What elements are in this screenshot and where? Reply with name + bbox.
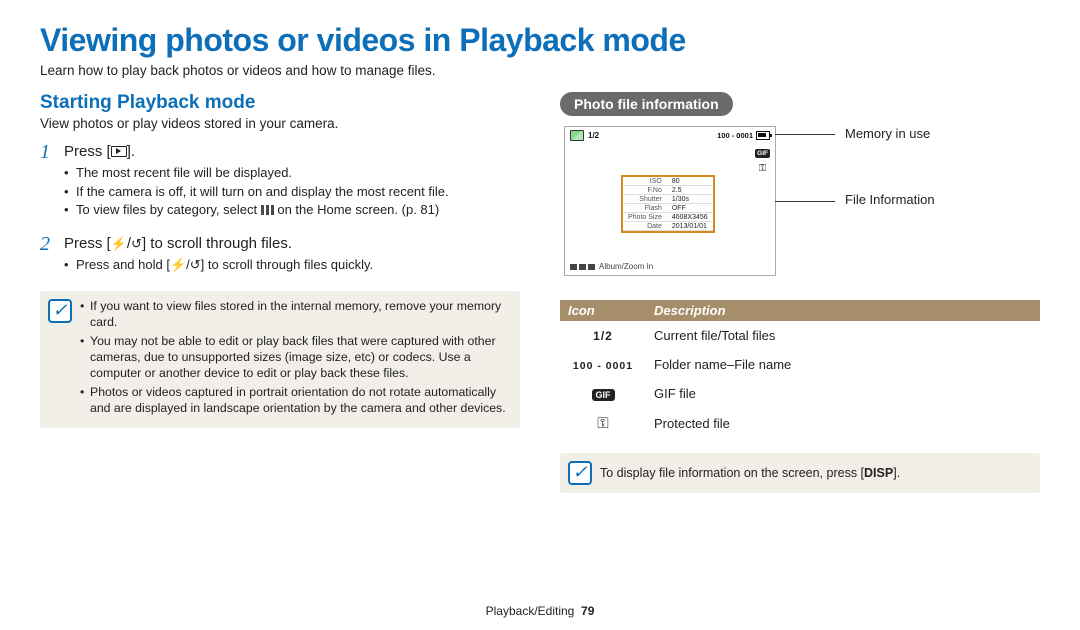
note-text: To display file information on the scree…	[600, 466, 900, 480]
note-box: ✓ To display file information on the scr…	[560, 453, 1040, 493]
list-item: If you want to view files stored in the …	[80, 299, 508, 331]
table-header-desc: Description	[646, 300, 1040, 321]
flash-icon: ⚡	[111, 236, 127, 251]
protected-icon: ⚿	[597, 415, 608, 432]
icon-table: Icon Description 1/2 Current file/Total …	[560, 300, 1040, 439]
list-item: The most recent file will be displayed.	[64, 164, 520, 182]
step-number: 2	[40, 235, 56, 284]
protected-icon: ⚿	[759, 163, 767, 174]
note-box: ✓ If you want to view files stored in th…	[40, 291, 520, 428]
table-cell: Folder name–File name	[646, 350, 1040, 379]
camera-screen: 1/2 100 - 0001 GIF ⚿ ISO80	[564, 126, 776, 276]
list-item: Press and hold [⚡/↺] to scroll through f…	[64, 256, 520, 274]
flash-icon: ⚡	[170, 257, 186, 272]
list-item: If the camera is off, it will turn on an…	[64, 183, 520, 201]
gif-icon: GIF	[755, 149, 770, 158]
list-item: You may not be able to edit or play back…	[80, 334, 508, 382]
page-subtitle: Learn how to play back photos or videos …	[40, 63, 1040, 78]
step-text: Press [⚡/↺] to scroll through files.	[64, 235, 520, 252]
callout-fileinfo: File Information	[845, 192, 935, 207]
file-counter: 1/2	[588, 131, 599, 140]
table-row: 1/2 Current file/Total files	[560, 321, 1040, 350]
timer-icon: ↺	[131, 236, 142, 251]
playback-icon	[111, 146, 127, 157]
section-pill: Photo file information	[560, 92, 733, 116]
counter-icon: 1/2	[593, 329, 613, 343]
table-cell: GIF file	[646, 379, 1040, 408]
gif-icon: GIF	[592, 389, 615, 401]
filenum-icon: 100 - 0001	[573, 360, 633, 372]
section-heading: Starting Playback mode	[40, 92, 520, 114]
list-item: To view files by category, select on the…	[64, 201, 520, 219]
file-number: 100 - 0001	[717, 131, 753, 140]
bottom-bar-text: Album/Zoom In	[599, 262, 653, 271]
callout-memory: Memory in use	[845, 126, 930, 141]
file-info-box: ISO80 F.No2.5 Shutter1/30s FlashOFF Phot…	[621, 175, 715, 233]
page-title: Viewing photos or videos in Playback mod…	[40, 22, 1040, 59]
step-number: 1	[40, 143, 56, 229]
table-cell: Protected file	[646, 408, 1040, 439]
table-row: 100 - 0001 Folder name–File name	[560, 350, 1040, 379]
page-footer: Playback/Editing 79	[0, 604, 1080, 618]
table-header-icon: Icon	[560, 300, 646, 321]
note-icon: ✓	[568, 461, 592, 485]
photo-thumb-icon	[570, 130, 584, 141]
battery-icon	[756, 131, 770, 140]
table-cell: Current file/Total files	[646, 321, 1040, 350]
album-icon	[261, 205, 274, 215]
table-row: GIF GIF file	[560, 379, 1040, 408]
step-text: Press [].	[64, 143, 520, 160]
list-item: Photos or videos captured in portrait or…	[80, 385, 508, 417]
section-intro: View photos or play videos stored in you…	[40, 116, 520, 131]
table-row: ⚿ Protected file	[560, 408, 1040, 439]
note-icon: ✓	[48, 299, 72, 323]
timer-icon: ↺	[190, 257, 201, 272]
